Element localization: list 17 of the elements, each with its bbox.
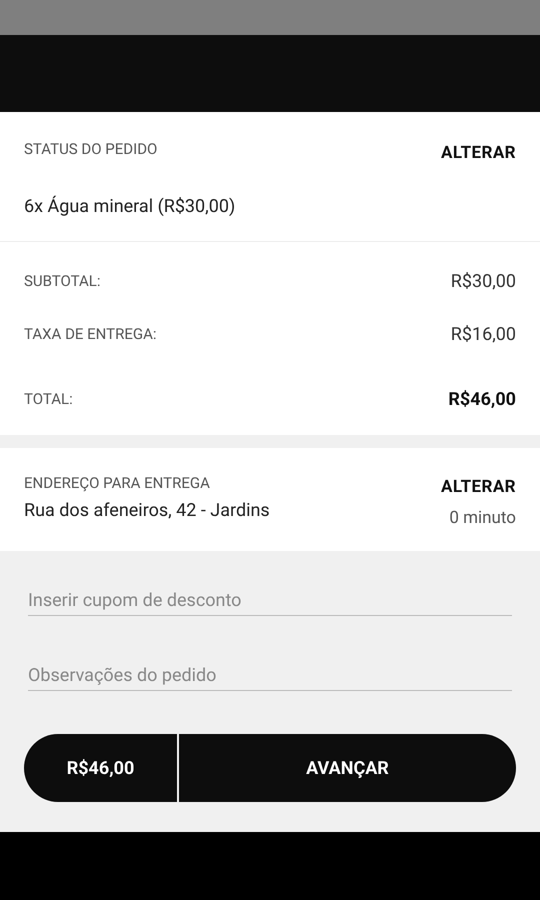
- section-label: STATUS DO PEDIDO: [24, 139, 158, 160]
- summary-label: TOTAL:: [24, 389, 73, 410]
- summary-label: SUBTOTAL:: [24, 271, 101, 292]
- summary-value: R$46,00: [448, 388, 516, 412]
- change-link[interactable]: ALTERAR: [440, 141, 516, 166]
- change-link[interactable]: ALTERAR: [440, 475, 516, 500]
- section-label: ENDEREÇO PARA ENTREGA: [24, 473, 211, 494]
- total-price: R$46,00: [24, 734, 177, 802]
- order-item: 6x Água mineral (R$30,00): [24, 194, 236, 218]
- summary-label: TAXA DE ENTREGA:: [24, 324, 157, 346]
- summary-value: R$30,00: [450, 270, 516, 294]
- summary-value: R$16,00: [450, 323, 516, 347]
- text-field[interactable]: Inserir cupom de desconto: [28, 586, 512, 616]
- text-field[interactable]: Observações do pedido: [28, 661, 512, 691]
- delivery-time: 0 minuto: [449, 506, 516, 530]
- advance-button[interactable]: AVANÇAR: [179, 734, 516, 802]
- delivery-address: Rua dos afeneiros, 42 - Jardins: [24, 498, 270, 522]
